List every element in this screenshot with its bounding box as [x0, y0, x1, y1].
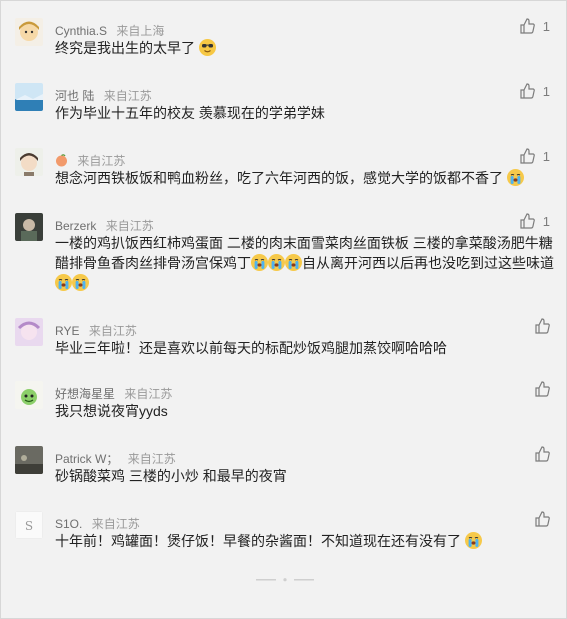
comment-meta: 河也 陆 来自江苏	[55, 87, 152, 104]
crying-emoji-icon	[251, 254, 268, 271]
comment-body: 终究是我出生的太早了	[55, 40, 195, 56]
comment-text: 终究是我出生的太早了	[55, 38, 551, 58]
thumbs-up-icon[interactable]	[534, 446, 550, 462]
username[interactable]: Patrick W；	[55, 452, 118, 466]
like-button[interactable]: 1	[519, 213, 550, 229]
username[interactable]: 河也 陆	[55, 89, 94, 103]
location: 来自江苏	[127, 452, 176, 466]
thumbs-up-icon[interactable]	[519, 18, 535, 34]
comment-text: 想念河西铁板饭和鸭血粉丝，吃了六年河西的饭，感觉大学的饭都不香了	[55, 168, 551, 188]
comment-meta: 来自江苏	[55, 152, 125, 169]
crying-emoji-icon	[268, 254, 285, 271]
like-button[interactable]: 1	[519, 148, 550, 164]
username[interactable]: Berzerk	[55, 219, 96, 233]
username[interactable]: 好想海星星	[55, 387, 115, 401]
comments-panel: Cynthia.S 来自上海 1 终究是我出生的太早了 河也 陆 来自江苏 1 …	[0, 0, 567, 619]
thumbs-up-icon[interactable]	[519, 213, 535, 229]
comment-meta: 好想海星星 来自江苏	[55, 385, 172, 402]
comment-body: 砂锅酸菜鸡 三楼的小炒 和最早的夜宵	[55, 468, 287, 484]
comment-meta: RYE 来自江苏	[55, 322, 137, 339]
avatar[interactable]: S	[15, 511, 43, 539]
comment-meta: Berzerk 来自江苏	[55, 217, 154, 234]
like-button[interactable]	[534, 318, 550, 334]
username[interactable]: S1O.	[55, 517, 82, 531]
comment-body: 想念河西铁板饭和鸭血粉丝，吃了六年河西的饭，感觉大学的饭都不香了	[55, 170, 503, 186]
like-button[interactable]	[534, 381, 550, 397]
comment-text: 作为毕业十五年的校友 羡慕现在的学弟学妹	[55, 103, 551, 123]
avatar[interactable]	[15, 446, 43, 474]
crying-emoji-icon	[55, 274, 72, 291]
avatar[interactable]	[15, 83, 43, 111]
comment-meta: S1O. 来自江苏	[55, 515, 140, 532]
username[interactable]	[55, 154, 71, 168]
like-count: 1	[542, 148, 550, 164]
like-count: 1	[542, 18, 550, 34]
username[interactable]: RYE	[55, 324, 79, 338]
like-count: 1	[542, 213, 550, 229]
avatar[interactable]	[15, 18, 43, 46]
location: 来自江苏	[88, 324, 137, 338]
crying-emoji-icon	[464, 532, 482, 549]
comment-body: 毕业三年啦！还是喜欢以前每天的标配炒饭鸡腿加蒸饺啊哈哈哈	[55, 340, 447, 356]
peach-emoji-icon	[56, 154, 67, 167]
location: 来自江苏	[77, 154, 126, 168]
thumbs-up-icon[interactable]	[534, 318, 550, 334]
svg-text:S: S	[25, 519, 33, 533]
avatar[interactable]	[15, 148, 43, 176]
crying-emoji-icon	[72, 274, 89, 291]
comment-meta: Patrick W； 来自江苏	[55, 450, 176, 467]
thumbs-up-icon[interactable]	[534, 381, 550, 397]
crying-emoji-icon	[506, 169, 524, 186]
location: 来自江苏	[91, 517, 140, 531]
comment-body: 十年前！鸡罐面！煲仔饭！早餐的杂酱面！不知道现在还有没有了	[55, 533, 461, 549]
location: 来自江苏	[103, 89, 152, 103]
avatar[interactable]	[15, 381, 43, 409]
comment-text: 十年前！鸡罐面！煲仔饭！早餐的杂酱面！不知道现在还有没有了	[55, 531, 551, 551]
like-button[interactable]: 1	[519, 83, 550, 99]
sunglasses-emoji-icon	[198, 39, 216, 56]
crying-emoji-icon	[285, 254, 302, 271]
location: 来自江苏	[124, 387, 173, 401]
thumbs-up-icon[interactable]	[519, 83, 535, 99]
comment-body: 我只想说夜宵yyds	[55, 403, 168, 419]
thumbs-up-icon[interactable]	[534, 511, 550, 527]
end-of-list-divider	[256, 578, 314, 582]
location: 来自上海	[116, 24, 165, 38]
avatar[interactable]	[15, 213, 43, 241]
comment-body-continued: 自从离开河西以后再也没吃到过这些味道	[302, 255, 554, 271]
comment-text: 毕业三年啦！还是喜欢以前每天的标配炒饭鸡腿加蒸饺啊哈哈哈	[55, 338, 551, 358]
like-count: 1	[542, 83, 550, 99]
username[interactable]: Cynthia.S	[55, 24, 107, 38]
like-button[interactable]	[534, 446, 550, 462]
like-button[interactable]	[534, 511, 550, 527]
thumbs-up-icon[interactable]	[519, 148, 535, 164]
location: 来自江苏	[105, 219, 154, 233]
comment-text: 我只想说夜宵yyds	[55, 401, 551, 421]
comment-text: 砂锅酸菜鸡 三楼的小炒 和最早的夜宵	[55, 466, 551, 486]
comment-body: 作为毕业十五年的校友 羡慕现在的学弟学妹	[55, 105, 325, 121]
avatar[interactable]	[15, 318, 43, 346]
comment-meta: Cynthia.S 来自上海	[55, 22, 164, 39]
like-button[interactable]: 1	[519, 18, 550, 34]
comment-text: 一楼的鸡扒饭西红柿鸡蛋面 二楼的肉末面雪菜肉丝面铁板 三楼的拿菜酸汤肥牛糖醋排骨…	[55, 233, 555, 293]
